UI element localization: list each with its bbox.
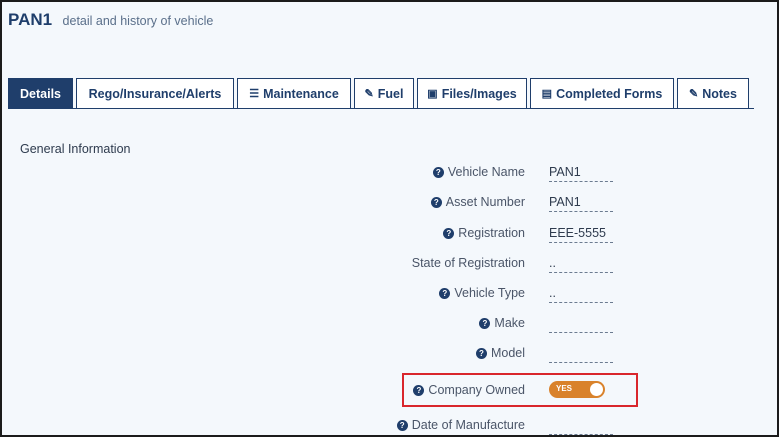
toggle-knob bbox=[590, 383, 603, 396]
field-label: ? Vehicle Name bbox=[432, 165, 525, 179]
field-label: ? Company Owned bbox=[413, 383, 525, 397]
field-label-text: Model bbox=[490, 346, 525, 360]
vehicle-name-field[interactable]: PAN1 bbox=[549, 165, 613, 182]
tab-label: Details bbox=[20, 86, 61, 101]
field-row-company-owned: ? Company Owned bbox=[0, 380, 779, 402]
field-row-registration: ? Registration EEE-5555 bbox=[0, 223, 779, 245]
help-icon[interactable]: ? bbox=[479, 317, 491, 329]
company-owned-toggle[interactable]: YES bbox=[549, 381, 605, 398]
field-row-vehicle-type: ? Vehicle Type .. bbox=[0, 283, 779, 305]
tab-bar: Details Rego/Insurance/Alerts ☰ Maintena… bbox=[8, 78, 752, 109]
pencil-icon: ✎ bbox=[364, 88, 374, 100]
field-label-text: Vehicle Name bbox=[447, 165, 525, 179]
tab-completed-forms[interactable]: ▤ Completed Forms bbox=[530, 78, 674, 109]
help-icon[interactable]: ? bbox=[439, 287, 451, 299]
page-header: PAN1 detail and history of vehicle bbox=[8, 10, 213, 30]
list-icon: ☰ bbox=[249, 88, 260, 100]
help-icon[interactable]: ? bbox=[396, 419, 408, 431]
tab-fuel[interactable]: ✎ Fuel bbox=[354, 78, 414, 109]
field-label: State of Registration bbox=[412, 256, 525, 270]
tab-label: Files/Images bbox=[441, 86, 517, 101]
field-label-text: Make bbox=[494, 316, 525, 330]
field-row-vehicle-name: ? Vehicle Name PAN1 bbox=[0, 162, 779, 184]
state-of-registration-field[interactable]: .. bbox=[549, 256, 613, 273]
tab-maintenance[interactable]: ☰ Maintenance bbox=[237, 78, 351, 109]
field-row-make: ? Make bbox=[0, 313, 779, 335]
field-label: ? Date of Manufacture bbox=[396, 418, 525, 432]
pencil-icon: ✎ bbox=[689, 88, 699, 100]
field-label-text: Company Owned bbox=[428, 383, 525, 397]
asset-number-field[interactable]: PAN1 bbox=[549, 195, 613, 212]
date-of-manufacture-field[interactable] bbox=[549, 418, 613, 435]
help-icon[interactable]: ? bbox=[430, 196, 442, 208]
field-label-text: Registration bbox=[458, 226, 525, 240]
help-icon[interactable]: ? bbox=[443, 227, 455, 239]
tab-label: Completed Forms bbox=[556, 86, 663, 101]
help-icon[interactable]: ? bbox=[475, 347, 487, 359]
field-label-text: State of Registration bbox=[411, 256, 525, 270]
registration-field[interactable]: EEE-5555 bbox=[549, 226, 613, 243]
tab-label: Notes bbox=[702, 86, 737, 101]
help-icon[interactable]: ? bbox=[432, 166, 444, 178]
model-field[interactable] bbox=[549, 346, 613, 363]
tab-label: Maintenance bbox=[263, 86, 339, 101]
form-icon: ▤ bbox=[541, 88, 553, 100]
field-row-asset-number: ? Asset Number PAN1 bbox=[0, 192, 779, 214]
tab-label: Fuel bbox=[377, 86, 404, 101]
make-field[interactable] bbox=[549, 316, 613, 333]
tab-underline bbox=[8, 108, 754, 109]
field-label: ? Make bbox=[479, 316, 525, 330]
tab-details[interactable]: Details bbox=[8, 78, 73, 109]
field-row-model: ? Model bbox=[0, 343, 779, 365]
tab-files-images[interactable]: ▣ Files/Images bbox=[417, 78, 527, 109]
page-title: PAN1 bbox=[8, 10, 53, 29]
page-subtitle: detail and history of vehicle bbox=[62, 14, 214, 28]
file-image-icon: ▣ bbox=[427, 88, 438, 100]
toggle-label: YES bbox=[556, 384, 573, 393]
field-label: ? Asset Number bbox=[430, 195, 525, 209]
tab-label: Rego/Insurance/Alerts bbox=[88, 86, 222, 101]
help-icon[interactable]: ? bbox=[413, 384, 425, 396]
field-label: ? Registration bbox=[443, 226, 525, 240]
vehicle-type-field[interactable]: .. bbox=[549, 286, 613, 303]
field-row-state-of-registration: State of Registration .. bbox=[0, 253, 779, 275]
field-label-text: Date of Manufacture bbox=[411, 418, 525, 432]
field-row-date-of-manufacture: ? Date of Manufacture bbox=[0, 415, 779, 437]
field-label-text: Vehicle Type bbox=[454, 286, 525, 300]
tab-rego-insurance-alerts[interactable]: Rego/Insurance/Alerts bbox=[76, 78, 234, 109]
tab-notes[interactable]: ✎ Notes bbox=[677, 78, 749, 109]
field-label: ? Model bbox=[475, 346, 525, 360]
field-label-text: Asset Number bbox=[445, 195, 525, 209]
section-title: General Information bbox=[20, 142, 131, 156]
app-frame bbox=[0, 0, 779, 437]
field-label: ? Vehicle Type bbox=[439, 286, 525, 300]
